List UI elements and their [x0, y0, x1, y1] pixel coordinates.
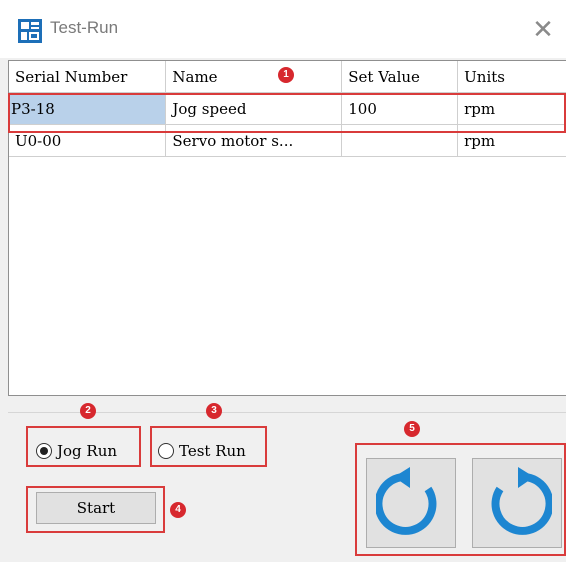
table-row[interactable]: P3-18 Jog speed 100 rpm: [9, 92, 566, 125]
start-button[interactable]: Start: [36, 492, 156, 524]
test-run-window: Test-Run ✕ Serial Number Name Set Value …: [0, 0, 566, 562]
column-header-serial-number[interactable]: Serial Number: [9, 61, 167, 93]
title-bar: Test-Run ✕: [0, 0, 566, 58]
radio-button-selected[interactable]: [36, 443, 52, 459]
annotation-badge-3: 3: [206, 403, 222, 419]
units-cell[interactable]: rpm: [457, 92, 566, 125]
parameter-table-area: Serial Number Name Set Value Units P3-18…: [8, 60, 566, 396]
name-cell[interactable]: Jog speed: [165, 92, 343, 125]
annotation-badge-1: 1: [278, 67, 294, 83]
set-value-cell[interactable]: [341, 124, 459, 157]
name-cell[interactable]: Servo motor s...: [165, 124, 343, 157]
rotate-counterclockwise-button[interactable]: [366, 458, 456, 548]
annotation-badge-4: 4: [170, 502, 186, 518]
rotate-clockwise-icon: [482, 463, 554, 544]
annotation-badge-2: 2: [80, 403, 96, 419]
table-row[interactable]: U0-00 Servo motor s... rpm: [9, 124, 566, 157]
units-cell[interactable]: rpm: [457, 124, 566, 157]
serial-number-cell[interactable]: U0-00: [9, 124, 167, 157]
jog-run-label: Jog Run: [57, 442, 118, 460]
column-header-name[interactable]: Name: [165, 61, 343, 93]
window-title: Test-Run: [50, 18, 119, 37]
test-run-radio[interactable]: Test Run: [158, 441, 246, 461]
radio-button[interactable]: [158, 443, 174, 459]
annotation-badge-5: 5: [404, 421, 420, 437]
app-icon: [17, 18, 43, 44]
rotate-counterclockwise-icon: [374, 463, 446, 544]
column-header-set-value[interactable]: Set Value: [341, 61, 459, 93]
close-button[interactable]: ✕: [520, 6, 566, 52]
column-header-units[interactable]: Units: [457, 61, 566, 93]
close-icon: ✕: [532, 14, 554, 44]
jog-run-radio[interactable]: Jog Run: [36, 441, 117, 461]
serial-number-cell[interactable]: P3-18: [9, 92, 167, 125]
test-run-label: Test Run: [179, 442, 246, 460]
set-value-cell[interactable]: 100: [341, 92, 459, 125]
rotate-clockwise-button[interactable]: [472, 458, 562, 548]
